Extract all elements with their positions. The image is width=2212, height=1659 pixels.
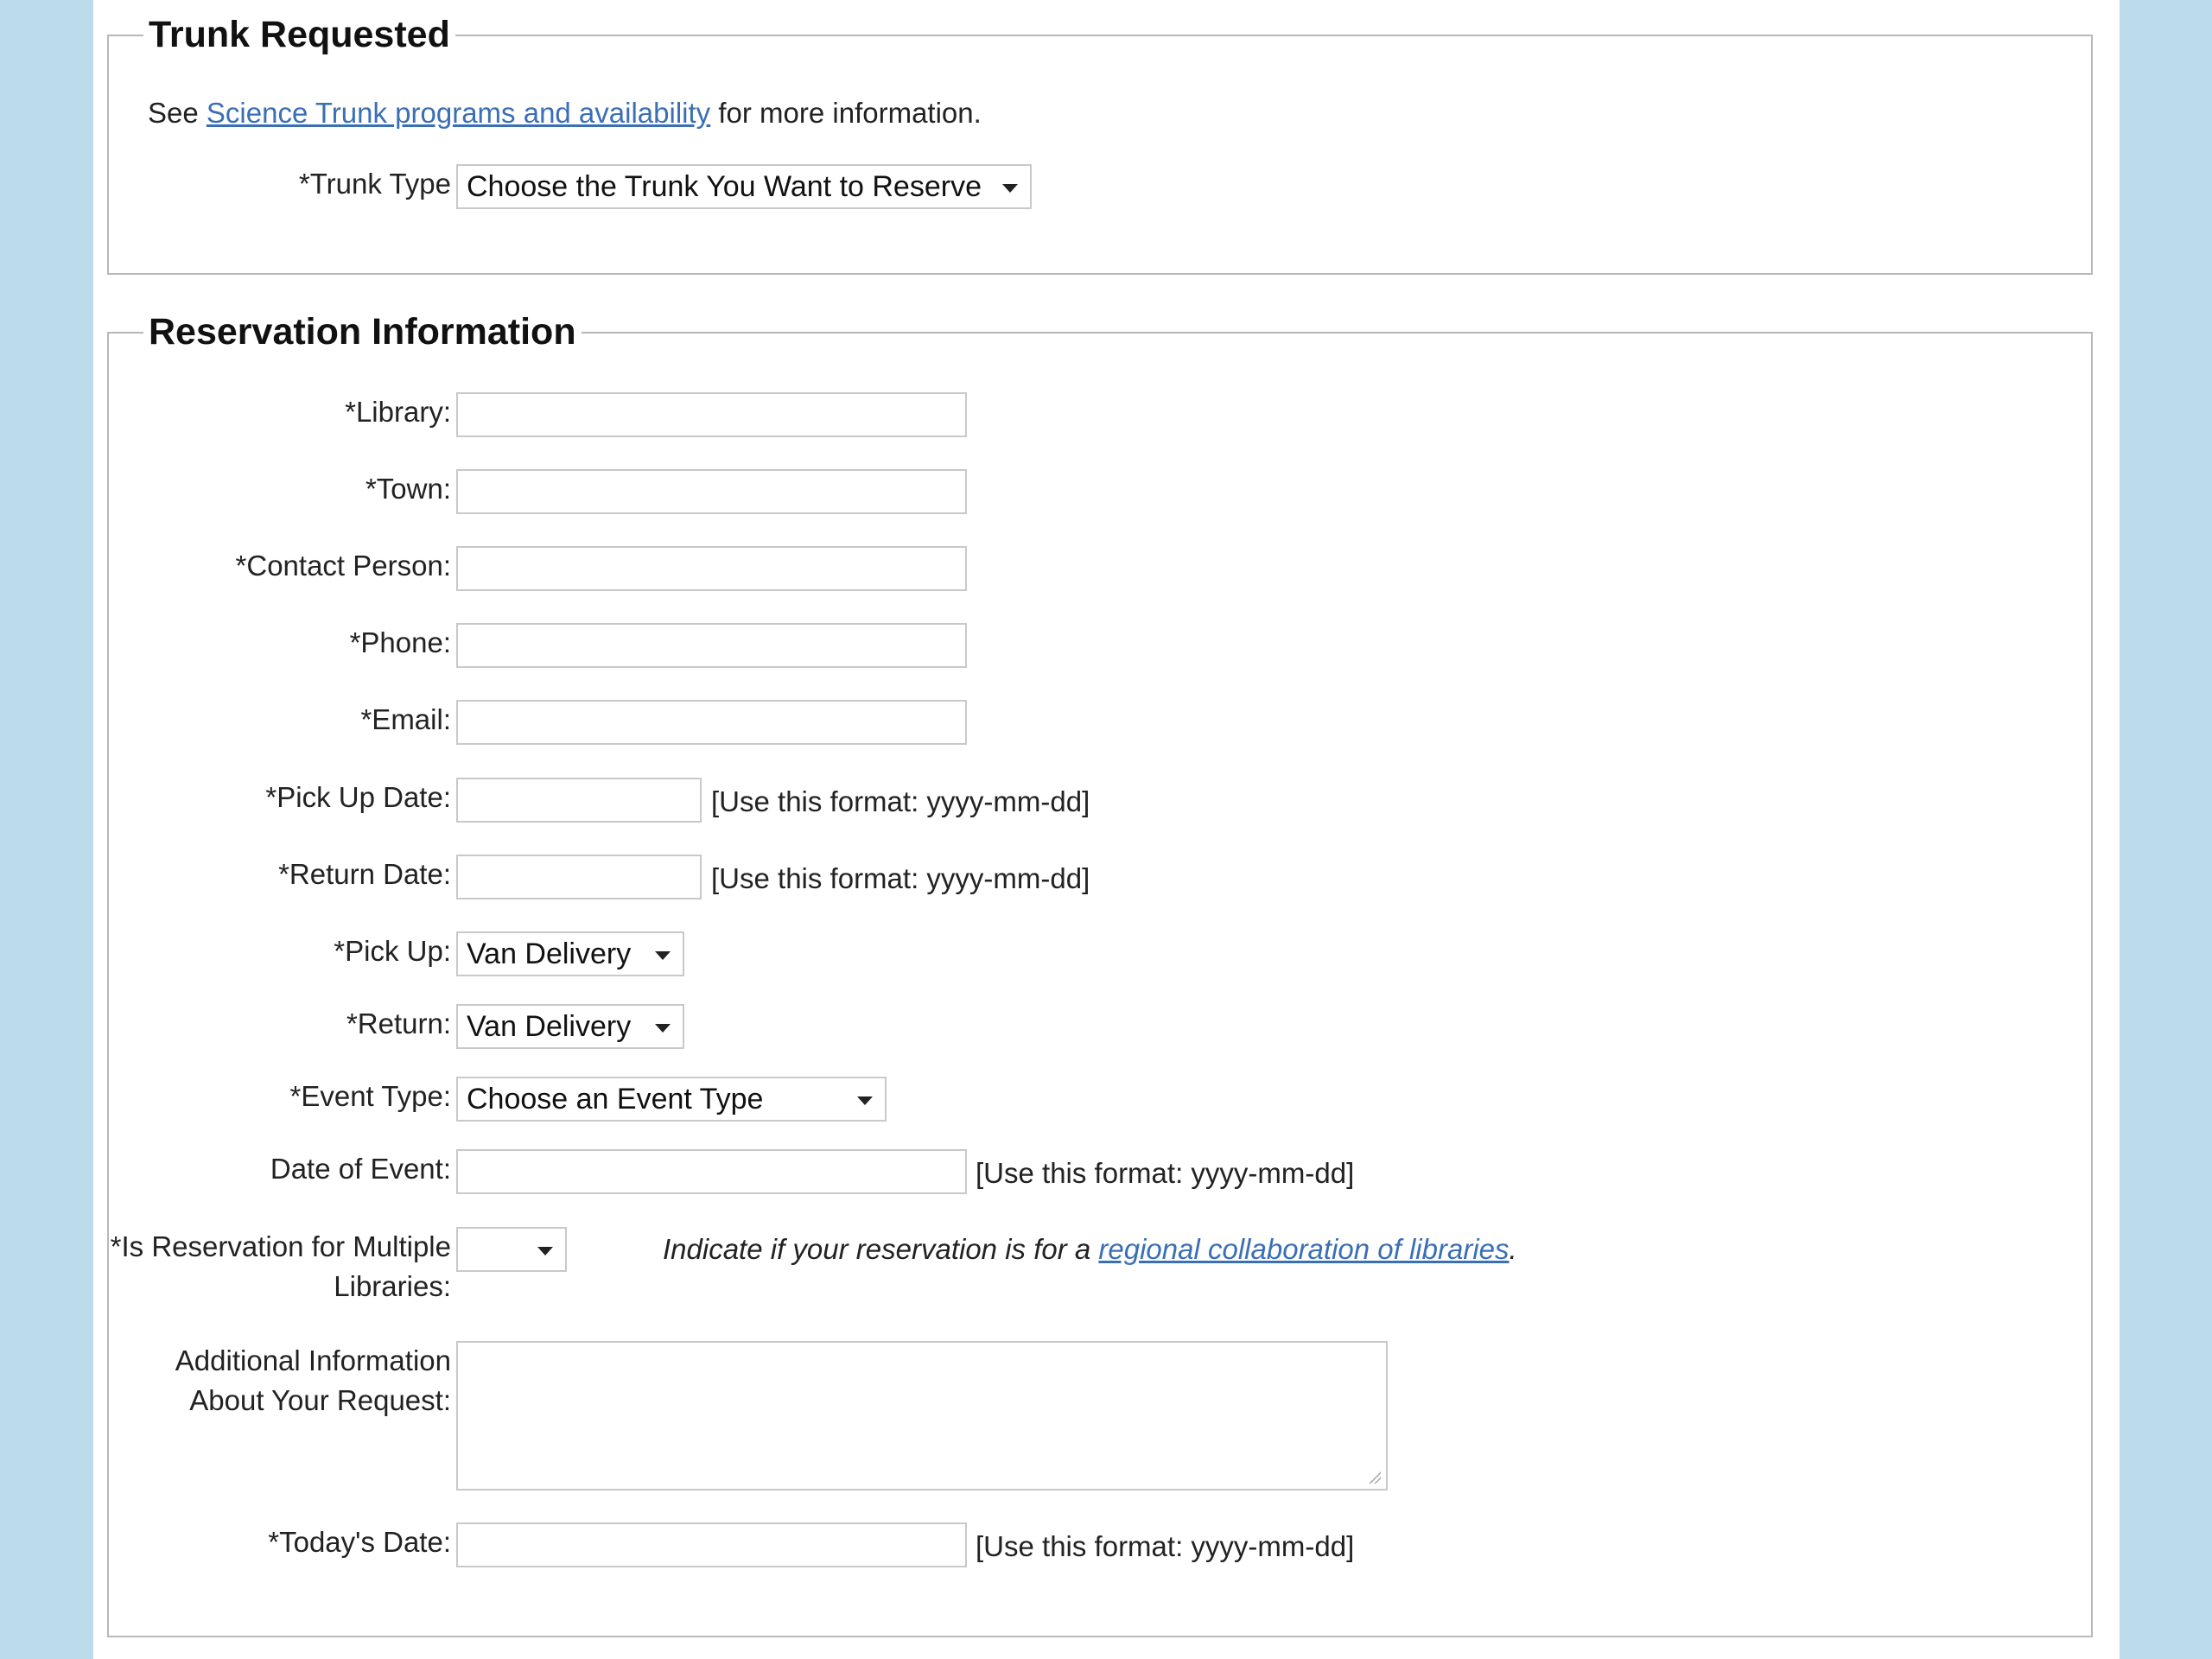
info-suffix: for more information. bbox=[710, 97, 982, 129]
pickup-date-input[interactable] bbox=[456, 778, 702, 823]
multi-libraries-select[interactable] bbox=[456, 1227, 567, 1272]
trunk-type-value: Choose the Trunk You Want to Reserve bbox=[467, 170, 982, 203]
chevron-down-icon bbox=[537, 1247, 553, 1255]
phone-label: *Phone: bbox=[349, 626, 451, 658]
reservation-legend: Reservation Information bbox=[143, 309, 582, 354]
additional-info-label: Additional Information About Your Reques… bbox=[175, 1344, 451, 1416]
multi-libraries-hint: Indicate if your reservation is for a re… bbox=[663, 1227, 1517, 1272]
trunk-requested-legend: Trunk Requested bbox=[143, 12, 455, 57]
return-date-format-hint: [Use this format: yyyy-mm-dd] bbox=[711, 862, 1090, 894]
return-value: Van Delivery bbox=[467, 1010, 632, 1043]
event-date-input[interactable] bbox=[456, 1149, 967, 1194]
town-label: *Town: bbox=[365, 473, 451, 505]
library-label: *Library: bbox=[345, 396, 451, 428]
email-label: *Email: bbox=[360, 703, 451, 735]
resize-grip-icon[interactable] bbox=[1369, 1471, 1381, 1484]
contact-person-input[interactable] bbox=[456, 546, 967, 591]
event-type-label: *Event Type: bbox=[289, 1080, 451, 1112]
pickup-value: Van Delivery bbox=[467, 938, 632, 970]
trunk-type-select[interactable]: Choose the Trunk You Want to Reserve bbox=[456, 164, 1032, 209]
library-input[interactable] bbox=[456, 392, 967, 437]
chevron-down-icon bbox=[655, 951, 671, 960]
return-date-input[interactable] bbox=[456, 855, 702, 899]
contact-person-label: *Contact Person: bbox=[235, 550, 451, 582]
page: Trunk Requested See Science Trunk progra… bbox=[93, 0, 2120, 1659]
event-date-label: Date of Event: bbox=[270, 1153, 451, 1185]
trunk-info-text: See Science Trunk programs and availabil… bbox=[148, 97, 982, 130]
return-date-label: *Return Date: bbox=[278, 858, 451, 890]
event-date-format-hint: [Use this format: yyyy-mm-dd] bbox=[976, 1157, 1355, 1189]
pickup-date-label: *Pick Up Date: bbox=[265, 781, 451, 813]
phone-input[interactable] bbox=[456, 623, 967, 668]
chevron-down-icon bbox=[857, 1096, 873, 1105]
todays-date-label: *Today's Date: bbox=[268, 1526, 451, 1558]
trunk-requested-fieldset: Trunk Requested See Science Trunk progra… bbox=[107, 12, 2093, 275]
info-prefix: See bbox=[148, 97, 207, 129]
pickup-label: *Pick Up: bbox=[334, 935, 451, 967]
event-type-value: Choose an Event Type bbox=[467, 1083, 764, 1116]
science-trunk-link[interactable]: Science Trunk programs and availability bbox=[207, 97, 710, 129]
chevron-down-icon bbox=[1002, 184, 1018, 193]
pickup-select[interactable]: Van Delivery bbox=[456, 931, 684, 976]
todays-date-input[interactable] bbox=[456, 1522, 967, 1567]
return-select[interactable]: Van Delivery bbox=[456, 1004, 684, 1049]
email-input[interactable] bbox=[456, 700, 967, 745]
multi-hint-suffix: . bbox=[1509, 1233, 1517, 1265]
additional-info-textarea[interactable] bbox=[456, 1341, 1388, 1491]
pickup-date-format-hint: [Use this format: yyyy-mm-dd] bbox=[711, 785, 1090, 817]
town-input[interactable] bbox=[456, 469, 967, 514]
todays-date-format-hint: [Use this format: yyyy-mm-dd] bbox=[976, 1530, 1355, 1562]
trunk-type-label: *Trunk Type bbox=[298, 168, 451, 200]
event-type-select[interactable]: Choose an Event Type bbox=[456, 1077, 887, 1122]
regional-collaboration-link[interactable]: regional collaboration of libraries bbox=[1098, 1233, 1509, 1265]
reservation-fieldset: Reservation Information *Library: *Town:… bbox=[107, 309, 2093, 1637]
chevron-down-icon bbox=[655, 1024, 671, 1033]
multi-libraries-label: *Is Reservation for Multiple Libraries: bbox=[110, 1230, 451, 1302]
multi-hint-prefix: Indicate if your reservation is for a bbox=[663, 1233, 1099, 1265]
return-label: *Return: bbox=[346, 1007, 451, 1039]
